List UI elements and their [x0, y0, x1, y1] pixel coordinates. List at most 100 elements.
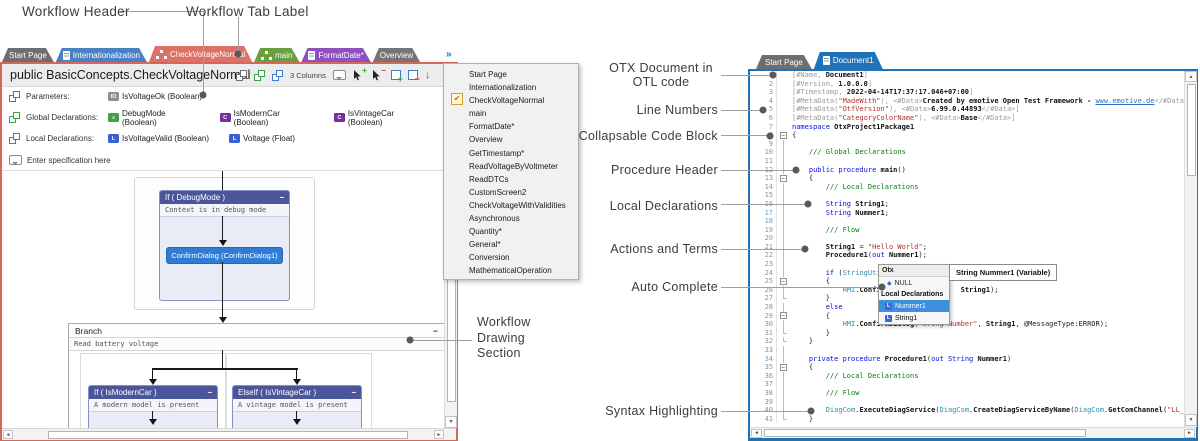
- code-line[interactable]: 1[#Name, Document1]: [750, 71, 1184, 80]
- declaration-item-ismoderncar-boolean[interactable]: CIsModernCar (Boolean): [220, 109, 314, 127]
- dropdown-item-quantity[interactable]: Quantity*: [444, 225, 578, 238]
- code-line[interactable]: 35 {: [750, 363, 1184, 372]
- code-line[interactable]: 4[#MetaData("MadeWith"), <#Data>Created …: [750, 97, 1184, 106]
- autocomplete-item-nummer1[interactable]: LNummer1: [879, 300, 949, 312]
- dropdown-item-general[interactable]: General*: [444, 238, 578, 251]
- tab-main[interactable]: main: [254, 48, 299, 62]
- left-horizontal-scrollbar[interactable]: ◄ ►: [2, 428, 456, 440]
- comment-icon[interactable]: [333, 70, 346, 80]
- code-line[interactable]: 28 else: [750, 303, 1184, 312]
- code-line[interactable]: 32 }: [750, 337, 1184, 346]
- scroll-right-icon[interactable]: ►: [1184, 429, 1195, 438]
- dropdown-item-checkvoltagewithvalidities[interactable]: CheckVoltageWithValidities: [444, 199, 578, 212]
- code-line[interactable]: 9: [750, 140, 1184, 149]
- dropdown-item-formatdate[interactable]: FormatDate*: [444, 120, 578, 133]
- remove-node-cursor-icon[interactable]: −: [372, 69, 384, 82]
- code-line[interactable]: 7namespace OtxProject1Package1: [750, 123, 1184, 132]
- fold-collapse-icon[interactable]: [776, 174, 789, 183]
- scroll-down-icon[interactable]: ▼: [1185, 414, 1197, 426]
- duplicate-green-icon[interactable]: [254, 70, 265, 81]
- dropdown-item-start-page[interactable]: Start Page: [444, 68, 578, 81]
- right-horizontal-scrollbar[interactable]: ◄ ►: [750, 427, 1196, 438]
- minimize-icon[interactable]: −: [433, 326, 438, 336]
- dropdown-item-readdtcs[interactable]: ReadDTCs: [444, 173, 578, 186]
- branch-header[interactable]: Branch −: [69, 324, 444, 338]
- dropdown-item-asynchronous[interactable]: Asynchronous: [444, 212, 578, 225]
- code-line[interactable]: 31 }: [750, 329, 1184, 338]
- tab-overflow-icon[interactable]: »: [446, 49, 452, 60]
- specification-row[interactable]: Enter specification here: [2, 151, 449, 169]
- checked-item-checkbox[interactable]: ✔: [451, 93, 463, 105]
- code-line[interactable]: 38 /// Flow: [750, 389, 1184, 398]
- code-line[interactable]: 37: [750, 380, 1184, 389]
- dropdown-item-checkvoltagenormal[interactable]: CheckVoltageNormal: [444, 94, 578, 107]
- code-line[interactable]: 27 }: [750, 294, 1184, 303]
- dropdown-item-readvoltagebyvoltmeter[interactable]: ReadVoltageByVoltmeter: [444, 160, 578, 173]
- scrollbar-thumb[interactable]: [764, 429, 1086, 437]
- code-line[interactable]: 29 {: [750, 312, 1184, 321]
- dropdown-item-main[interactable]: main: [444, 107, 578, 120]
- code-line[interactable]: 30 HMI.ConfirmDialog("Wrong Number", Str…: [750, 320, 1184, 329]
- fold-collapse-icon[interactable]: [776, 277, 789, 286]
- emotive-link[interactable]: www.emotive.de: [1095, 97, 1154, 105]
- tab-document1[interactable]: Document1: [814, 52, 883, 69]
- code-line[interactable]: 20: [750, 234, 1184, 243]
- minimize-icon[interactable]: −: [207, 388, 212, 397]
- code-line[interactable]: 19 /// Flow: [750, 226, 1184, 235]
- dropdown-item-internationalization[interactable]: Internationalization: [444, 81, 578, 94]
- dropdown-item-gettimestamp[interactable]: GetTimestamp*: [444, 147, 578, 160]
- code-line[interactable]: 2[#Version, 1.0.0.0]: [750, 80, 1184, 89]
- declaration-item-isvoltagevalid-boolean[interactable]: LIsVoltageValid (Boolean): [108, 134, 209, 143]
- code-line[interactable]: 36 /// Local Declarations: [750, 372, 1184, 381]
- code-line[interactable]: 15: [750, 191, 1184, 200]
- code-line[interactable]: 11: [750, 157, 1184, 166]
- minimize-icon[interactable]: −: [279, 193, 284, 202]
- add-frame-icon[interactable]: +: [391, 70, 401, 80]
- if-block-header[interactable]: If ( IsModernCar ) −: [89, 386, 217, 399]
- tab-overview[interactable]: Overview: [373, 48, 420, 62]
- tab-start-page[interactable]: Start Page: [756, 55, 812, 69]
- scroll-up-icon[interactable]: ▲: [1185, 71, 1197, 82]
- autocomplete-item-string1[interactable]: LString1: [879, 312, 949, 324]
- dropdown-item-mathematicaloperation[interactable]: MathematicalOperation: [444, 264, 578, 277]
- scroll-down-icon[interactable]: ▼: [445, 416, 457, 428]
- scroll-right-icon[interactable]: ►: [434, 430, 444, 439]
- duplicate-blue-icon[interactable]: [272, 70, 283, 81]
- code-line[interactable]: 13 {: [750, 174, 1184, 183]
- code-line[interactable]: 21 String1 = "Hello World";: [750, 243, 1184, 252]
- confirmdialog-action[interactable]: ConfirmDialog (ConfirmDialog1): [166, 247, 283, 264]
- elseif-block-header[interactable]: ElseIf ( IsVintageCar ) −: [233, 386, 361, 399]
- declaration-item-voltage-float[interactable]: LVoltage (Float): [229, 134, 295, 143]
- dropdown-item-conversion[interactable]: Conversion: [444, 251, 578, 264]
- code-line[interactable]: 16 String String1;: [750, 200, 1184, 209]
- code-line[interactable]: 12 public procedure main(): [750, 166, 1184, 175]
- layout-stack-icon[interactable]: [236, 70, 247, 81]
- code-line[interactable]: 18: [750, 217, 1184, 226]
- tab-internationalization[interactable]: Internationalization: [56, 48, 147, 62]
- fold-collapse-icon[interactable]: [776, 131, 789, 140]
- columns-selector[interactable]: 3 Columns: [290, 71, 326, 80]
- code-line[interactable]: 5[#MetaData("OtfVersion"), <#Data>6.99.0…: [750, 105, 1184, 114]
- dropdown-item-customscreen2[interactable]: CustomScreen2: [444, 186, 578, 199]
- dropdown-item-overview[interactable]: Overview: [444, 133, 578, 146]
- declaration-item-debugmode-boolean[interactable]: ≡DebugMode (Boolean): [108, 109, 200, 127]
- right-vertical-scrollbar[interactable]: ▲ ▼: [1184, 71, 1197, 427]
- tab-formatdate[interactable]: FormatDate*: [301, 48, 370, 62]
- code-line[interactable]: 39: [750, 398, 1184, 407]
- code-line[interactable]: 17 String Nummer1;: [750, 209, 1184, 218]
- workflow-drawing-section[interactable]: If ( DebugMode ) − Context is in debug m…: [2, 170, 444, 429]
- code-line[interactable]: 10 /// Global Declarations: [750, 148, 1184, 157]
- minimize-icon[interactable]: −: [351, 388, 356, 397]
- scroll-left-icon[interactable]: ◄: [3, 430, 13, 439]
- code-line[interactable]: 14 /// Local Declarations: [750, 183, 1184, 192]
- code-line[interactable]: 6[#MetaData("CategoryColorName"), <#Data…: [750, 114, 1184, 123]
- move-down-icon[interactable]: ↓: [425, 70, 431, 81]
- code-line[interactable]: 22 Procedure1(out Nummer1);: [750, 251, 1184, 260]
- code-line[interactable]: 34 private procedure Procedure1(out Stri…: [750, 355, 1184, 364]
- tab-start-page[interactable]: Start Page: [2, 48, 54, 62]
- code-line[interactable]: 41 }: [750, 415, 1184, 424]
- if-block-header[interactable]: If ( DebugMode ) −: [160, 191, 289, 204]
- scroll-left-icon[interactable]: ◄: [751, 429, 762, 438]
- scrollbar-thumb[interactable]: [1187, 84, 1196, 176]
- add-node-cursor-icon[interactable]: +: [353, 69, 365, 82]
